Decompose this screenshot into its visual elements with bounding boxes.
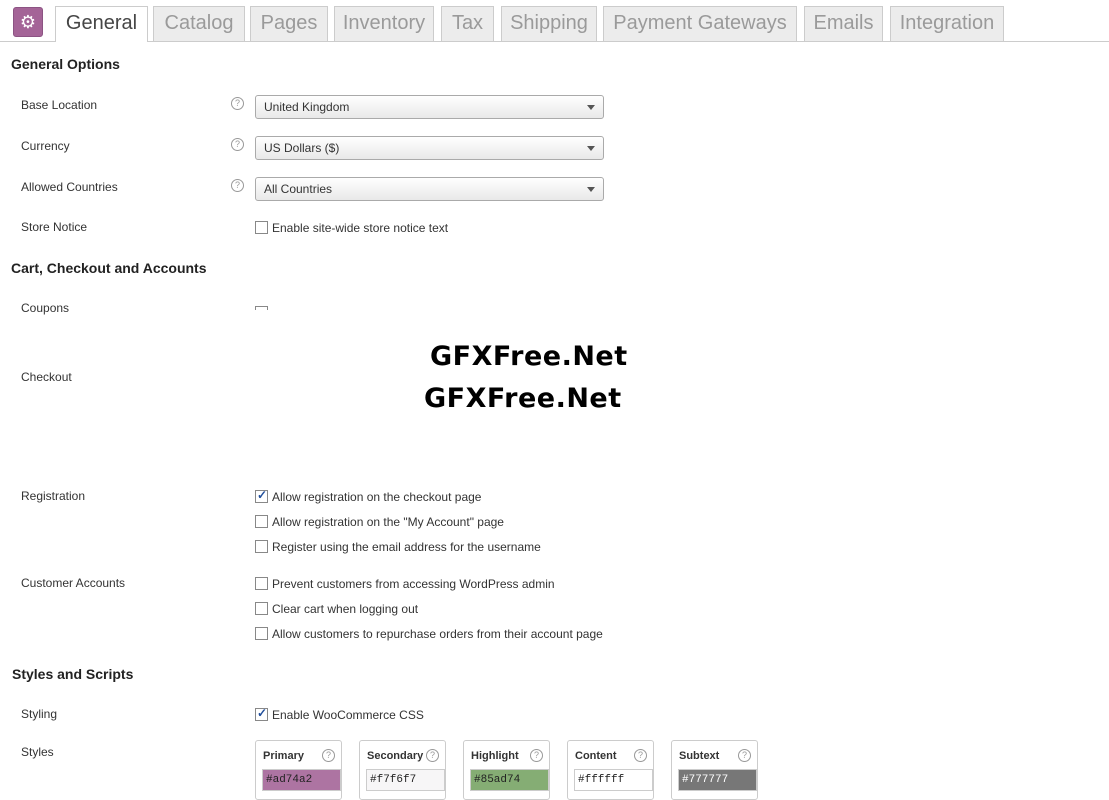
color-box-title: Subtext [679,750,720,762]
tab-catalog[interactable]: Catalog [153,6,245,41]
checkout-label: Checkout [21,370,72,384]
prevent-admin-checkbox[interactable] [255,577,268,590]
color-input-secondary[interactable]: #f7f6f7 [366,769,445,791]
color-input-highlight[interactable]: #85ad74 [470,769,549,791]
color-box-title: Content [575,750,617,762]
color-input-primary[interactable]: #ad74a2 [262,769,341,791]
tab-general[interactable]: General [55,6,148,42]
registration-option[interactable]: Register using the email address for the… [255,540,541,554]
registration-option-text: Allow registration on the checkout page [272,490,482,504]
registration-option-text: Register using the email address for the… [272,540,541,554]
customer-accounts-option-text: Clear cart when logging out [272,602,419,616]
color-box-highlight: Highlight ? #85ad74 [463,740,550,800]
tab-pages[interactable]: Pages [250,6,328,41]
tab-inventory[interactable]: Inventory [334,6,434,41]
currency-select[interactable]: US Dollars ($) [255,136,604,160]
store-notice-checkbox[interactable] [255,221,268,234]
coupons-option-clipped[interactable] [255,302,375,310]
currency-value: US Dollars ($) [264,141,340,155]
registration-label: Registration [21,489,86,503]
registration-option-text: Allow registration on the "My Account" p… [272,515,504,529]
coupons-checkbox[interactable] [255,306,268,310]
registration-email-username-checkbox[interactable] [255,540,268,553]
color-box-title: Highlight [471,750,519,762]
chevron-down-icon [587,105,595,110]
tab-divider [0,41,1109,42]
allowed-countries-value: All Countries [264,182,333,196]
customer-accounts-option[interactable]: Allow customers to repurchase orders fro… [255,627,603,641]
registration-option[interactable]: Allow registration on the "My Account" p… [255,515,504,529]
tab-tax[interactable]: Tax [441,6,494,41]
repurchase-checkbox[interactable] [255,627,268,640]
allowed-countries-label: Allowed Countries [21,180,118,194]
section-heading-styles: Styles and Scripts [12,666,134,682]
color-box-secondary: Secondary ? #f7f6f7 [359,740,446,800]
styling-label: Styling [21,707,58,721]
question-icon[interactable]: ? [322,749,335,762]
settings-tab-bar: ⚙ General Catalog Pages Inventory Tax Sh… [0,0,1109,42]
customer-accounts-option-text: Allow customers to repurchase orders fro… [272,627,603,641]
registration-option[interactable]: Allow registration on the checkout page [255,488,482,504]
coupons-label: Coupons [21,301,70,315]
store-notice-option[interactable]: Enable site-wide store notice text [255,221,448,235]
question-icon[interactable]: ? [231,138,244,151]
color-input-subtext[interactable]: #777777 [678,769,757,791]
allowed-countries-select[interactable]: All Countries [255,177,604,201]
base-location-value: United Kingdom [264,100,350,114]
section-heading-cart: Cart, Checkout and Accounts [11,260,207,276]
question-icon[interactable]: ? [634,749,647,762]
styling-option-text: Enable WooCommerce CSS [272,708,424,722]
color-box-title: Primary [263,750,304,762]
base-location-label: Base Location [21,98,98,112]
tab-emails[interactable]: Emails [804,6,883,41]
customer-accounts-option[interactable]: Clear cart when logging out [255,602,418,616]
styles-label: Styles [21,745,54,759]
store-notice-text: Enable site-wide store notice text [272,221,449,235]
tab-integration[interactable]: Integration [890,6,1004,41]
color-box-primary: Primary ? #ad74a2 [255,740,342,800]
chevron-down-icon [587,187,595,192]
question-icon[interactable]: ? [530,749,543,762]
registration-checkout-checkbox[interactable] [255,488,268,503]
color-input-content[interactable]: #ffffff [574,769,653,791]
customer-accounts-option-text: Prevent customers from accessing WordPre… [272,577,555,591]
currency-label: Currency [21,139,70,153]
watermark-text: GFXFree.Net [424,383,622,414]
watermark-text: GFXFree.Net [430,341,628,372]
chevron-down-icon [587,146,595,151]
store-notice-label: Store Notice [21,220,88,234]
question-icon[interactable]: ? [231,179,244,192]
enable-css-checkbox[interactable] [255,706,268,721]
styling-option[interactable]: Enable WooCommerce CSS [255,706,424,722]
color-box-title: Secondary [367,750,424,762]
question-icon[interactable]: ? [231,97,244,110]
gear-icon[interactable]: ⚙ [13,7,43,37]
color-box-subtext: Subtext ? #777777 [671,740,758,800]
customer-accounts-option[interactable]: Prevent customers from accessing WordPre… [255,577,555,591]
tab-shipping[interactable]: Shipping [501,6,597,41]
customer-accounts-label: Customer Accounts [21,576,126,590]
registration-myaccount-checkbox[interactable] [255,515,268,528]
tab-payment-gateways[interactable]: Payment Gateways [603,6,797,41]
question-icon[interactable]: ? [738,749,751,762]
question-icon[interactable]: ? [426,749,439,762]
base-location-select[interactable]: United Kingdom [255,95,604,119]
clear-cart-checkbox[interactable] [255,602,268,615]
color-box-content: Content ? #ffffff [567,740,654,800]
section-heading-general: General Options [11,56,120,72]
